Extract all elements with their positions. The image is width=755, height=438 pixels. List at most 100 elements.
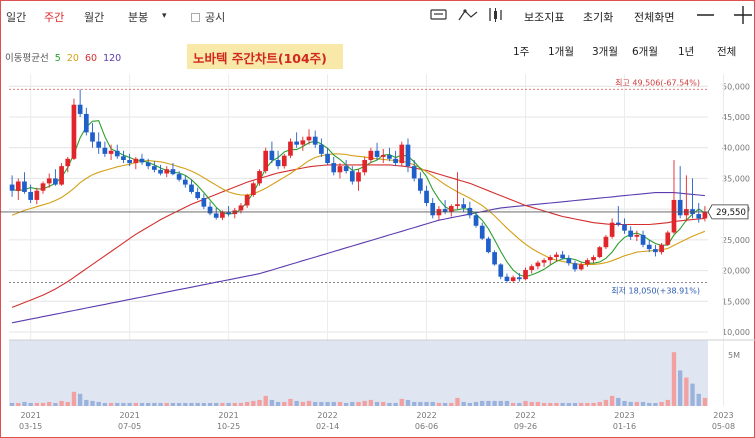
candle-body bbox=[40, 183, 46, 191]
candle-body bbox=[176, 174, 182, 180]
volume-bar bbox=[622, 400, 627, 406]
volume-bar bbox=[189, 402, 194, 406]
candle-body bbox=[411, 166, 417, 179]
candle-body bbox=[226, 212, 231, 215]
candle-body bbox=[603, 236, 609, 248]
volume-bar bbox=[412, 401, 417, 406]
candle-body bbox=[380, 155, 386, 157]
candle-body bbox=[213, 213, 219, 218]
candle-body bbox=[343, 166, 349, 172]
volume-bar bbox=[634, 401, 640, 406]
y-tick-label: 40,000 bbox=[722, 144, 750, 153]
candle-body bbox=[108, 150, 114, 154]
volume-bar bbox=[442, 402, 448, 406]
candle-body bbox=[628, 230, 634, 237]
volume-bar bbox=[665, 399, 670, 406]
volume-bar bbox=[170, 402, 176, 406]
y-tick-label: 35,000 bbox=[722, 174, 750, 183]
x-tick-year: 2022 bbox=[317, 411, 337, 420]
x-tick-year: 2021 bbox=[119, 411, 139, 420]
volume-bar bbox=[257, 399, 262, 406]
volume-bar bbox=[572, 402, 578, 406]
volume-bar bbox=[523, 400, 528, 406]
candle-body bbox=[516, 277, 522, 280]
volume-bar bbox=[455, 397, 460, 406]
volume-bar bbox=[164, 402, 169, 406]
candle-body bbox=[158, 169, 163, 174]
candle-body bbox=[250, 183, 256, 196]
volume-bar bbox=[653, 402, 658, 406]
volume-bar bbox=[517, 402, 522, 406]
candle-body bbox=[677, 199, 683, 216]
volume-bar bbox=[659, 401, 664, 406]
volume-bar bbox=[362, 400, 367, 406]
candle-body bbox=[523, 269, 528, 280]
volume-bar bbox=[226, 402, 231, 406]
volume-bar bbox=[288, 398, 293, 406]
volume-bar bbox=[591, 402, 596, 406]
candle-body bbox=[405, 144, 411, 167]
volume-bar bbox=[510, 402, 516, 406]
volume-bar bbox=[300, 401, 305, 406]
candle-body bbox=[281, 155, 287, 167]
candle-body bbox=[640, 234, 646, 245]
candle-body bbox=[90, 132, 95, 142]
price-chart[interactable]: 10,00015,00020,00025,00030,00035,00040,0… bbox=[0, 0, 755, 438]
volume-bar bbox=[127, 402, 132, 406]
x-tick-date: 03-15 bbox=[19, 422, 42, 431]
candle-body bbox=[702, 211, 708, 219]
candle-body bbox=[387, 155, 392, 159]
volume-bar bbox=[28, 402, 33, 406]
volume-bar bbox=[492, 400, 497, 406]
candle-body bbox=[121, 156, 126, 160]
volume-bar bbox=[702, 397, 708, 406]
volume-bar bbox=[275, 401, 281, 406]
volume-bar bbox=[486, 400, 491, 406]
candle-body bbox=[96, 141, 102, 148]
candle-body bbox=[659, 244, 664, 253]
candle-body bbox=[578, 264, 584, 270]
volume-bar bbox=[238, 402, 244, 406]
candle-body bbox=[83, 113, 89, 133]
candle-body bbox=[591, 257, 596, 261]
volume-bar bbox=[102, 402, 108, 406]
volume-bar bbox=[677, 370, 683, 406]
candle-body bbox=[15, 181, 21, 191]
candle-body bbox=[609, 222, 615, 237]
candle-body bbox=[331, 163, 337, 173]
volume-bar bbox=[473, 401, 479, 406]
candle-body bbox=[566, 258, 572, 264]
x-tick-date: 10-25 bbox=[217, 422, 240, 431]
volume-bar bbox=[115, 402, 120, 406]
candle-body bbox=[554, 254, 559, 258]
volume-bar bbox=[40, 402, 46, 406]
volume-bar bbox=[133, 402, 138, 406]
candle-body bbox=[529, 266, 535, 270]
volume-bar bbox=[152, 402, 157, 406]
candle-body bbox=[257, 171, 262, 184]
y-tick-label: 50,000 bbox=[722, 82, 750, 91]
candle-body bbox=[319, 144, 324, 154]
volume-bar bbox=[374, 401, 380, 406]
candle-body bbox=[170, 169, 176, 175]
volume-bar bbox=[430, 401, 435, 406]
candle-body bbox=[189, 184, 194, 192]
candle-body bbox=[597, 247, 603, 258]
candle-body bbox=[585, 260, 590, 265]
volume-bar bbox=[306, 400, 312, 406]
volume-bar bbox=[294, 400, 299, 406]
candle-body bbox=[28, 191, 34, 200]
volume-bar bbox=[585, 402, 590, 406]
volume-bar bbox=[566, 402, 571, 406]
candle-body bbox=[207, 206, 213, 214]
volume-bar bbox=[579, 402, 584, 406]
volume-bar bbox=[319, 401, 324, 406]
candle-body bbox=[473, 215, 479, 226]
candle-body bbox=[275, 160, 281, 167]
candle-body bbox=[152, 166, 157, 170]
volume-bar bbox=[461, 401, 466, 406]
x-tick-date: 07-05 bbox=[118, 422, 141, 431]
candle-body bbox=[71, 104, 77, 159]
candle-body bbox=[201, 198, 207, 207]
volume-bar bbox=[535, 401, 541, 406]
